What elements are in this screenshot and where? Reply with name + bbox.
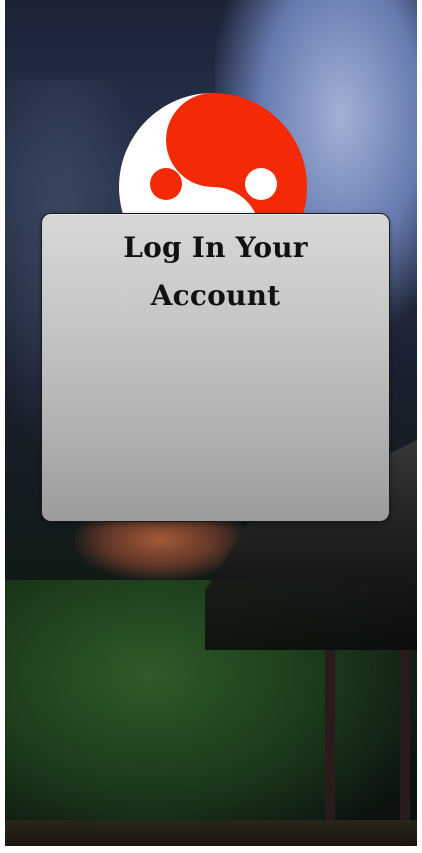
login-card: Log In Your Account (41, 213, 390, 522)
background-ground (5, 820, 417, 846)
login-title: Log In Your Account (123, 231, 308, 312)
app-frame: Log In Your Account (5, 0, 417, 846)
yin-yang-white-dot (245, 168, 277, 200)
background-shrine-pillar (325, 650, 335, 846)
background-shrine-pillar (400, 650, 410, 846)
yin-yang-red-dot (150, 168, 182, 200)
